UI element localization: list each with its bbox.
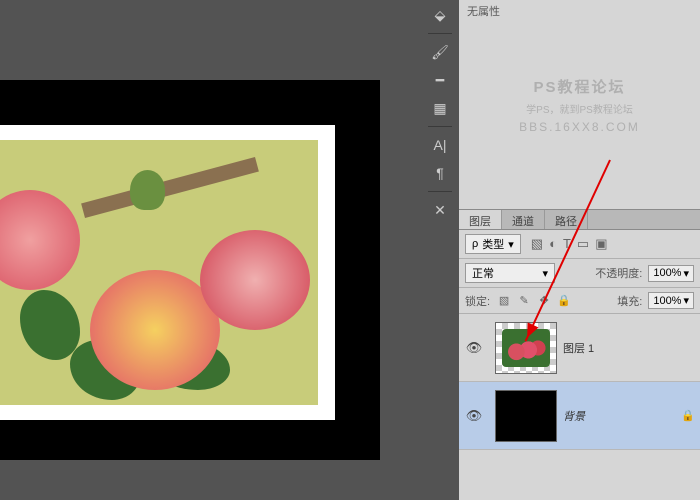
layer-row[interactable]: 👁 图层 1 [459,314,700,382]
peony-flower [200,230,310,330]
right-panel: 无属性 PS教程论坛 学PS，就到PS教程论坛 BBS.16XX8.COM 图层… [459,0,700,500]
lock-all-icon[interactable]: 🔒 [556,294,572,307]
blend-row: 正常 ▾ 不透明度: 100% ▾ [459,259,700,288]
canvas-area [0,0,395,500]
lock-row: 锁定: ▧ ✎ ✥ 🔒 填充: 100% ▾ [459,288,700,314]
layer-name[interactable]: 图层 1 [563,340,700,356]
bird [130,170,165,210]
lock-icons: ▧ ✎ ✥ 🔒 [496,294,572,307]
filter-adjust-icon[interactable]: ◐ [549,236,557,252]
layer-name[interactable]: 背景 [563,408,676,424]
opacity-input[interactable]: 100% ▾ [648,265,694,282]
chevron-down-icon: ▾ [683,294,689,307]
layers-panel: 图层 通道 路径 ρ 类型 ▾ ▧ ◐ T ▭ ▣ 正常 ▾ 不透明度: [459,210,700,500]
magnet-icon[interactable]: ⬙ [430,5,450,25]
layer-list: 👁 图层 1 👁 背景 🔒 [459,314,700,500]
opacity-label: 不透明度: [595,265,642,281]
layer-filter-row: ρ 类型 ▾ ▧ ◐ T ▭ ▣ [459,230,700,259]
brush-icon[interactable]: 🖌 [430,42,450,62]
branch [81,157,259,218]
filter-pixel-icon[interactable]: ▧ [531,236,543,252]
blend-mode-value: 正常 [472,265,494,281]
peony-flower [0,190,80,290]
swatch-icon[interactable]: ▦ [430,98,450,118]
fill-label: 填充: [617,293,642,309]
opacity-value: 100% [653,267,681,279]
chevron-down-icon: ▾ [542,267,548,280]
leaf [20,290,80,360]
filter-shape-icon[interactable]: ▭ [577,236,589,252]
visibility-toggle[interactable]: 👁 [459,340,489,356]
filter-smart-icon[interactable]: ▣ [595,236,607,252]
lock-icon: 🔒 [676,409,700,422]
properties-header: 无属性 [459,0,700,22]
tab-layers[interactable]: 图层 [459,210,502,229]
layer-row[interactable]: 👁 背景 🔒 [459,382,700,450]
stroke-icon[interactable]: ━ [430,70,450,90]
search-icon: ρ [472,238,478,250]
tab-channels[interactable]: 通道 [502,210,545,229]
fill-input[interactable]: 100% ▾ [648,292,694,309]
tool-column: ⬙ 🖌 ━ ▦ A| ¶ ✕ [425,0,455,230]
canvas-image[interactable] [0,140,318,405]
properties-panel: 无属性 PS教程论坛 学PS，就到PS教程论坛 BBS.16XX8.COM [459,0,700,210]
watermark-url: BBS.16XX8.COM [519,120,640,134]
tools-icon[interactable]: ✕ [430,200,450,220]
blend-mode-dropdown[interactable]: 正常 ▾ [465,263,555,283]
chevron-down-icon: ▾ [683,267,689,280]
lock-transparent-icon[interactable]: ▧ [496,294,512,307]
filter-kind-dropdown[interactable]: ρ 类型 ▾ [465,234,521,254]
fill-value: 100% [653,295,681,307]
visibility-toggle[interactable]: 👁 [459,408,489,424]
lock-label: 锁定: [465,293,490,309]
type-icon[interactable]: A| [430,135,450,155]
watermark-title: PS教程论坛 [519,76,640,97]
watermark: PS教程论坛 学PS，就到PS教程论坛 BBS.16XX8.COM [519,76,640,134]
layer-thumbnail[interactable] [495,390,557,442]
chevron-down-icon: ▾ [508,238,514,251]
watermark-sub: 学PS，就到PS教程论坛 [519,101,640,116]
lock-pixels-icon[interactable]: ✎ [516,294,532,307]
filter-kind-label: 类型 [482,236,504,252]
paragraph-icon[interactable]: ¶ [430,163,450,183]
